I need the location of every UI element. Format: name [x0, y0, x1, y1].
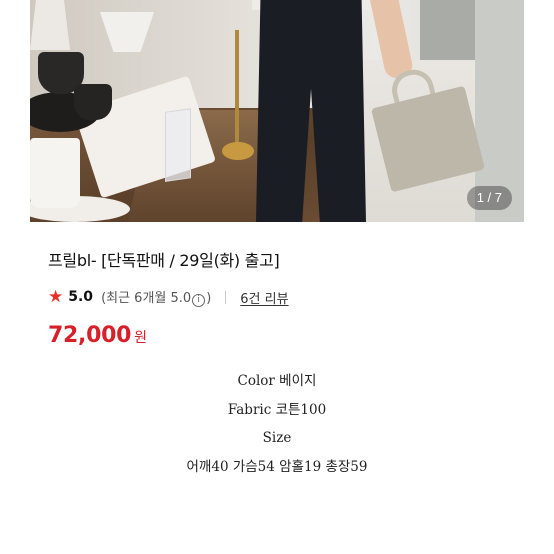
rating-row: ★ 5.0 (최근 6개월 5.0 i) 6건 리뷰 [48, 286, 289, 308]
rating-score: 5.0 [68, 289, 94, 305]
product-description: Color 베이지 Fabric 코튼100 Size 어깨40 가슴54 암홀… [0, 370, 554, 484]
description-size-heading: Size [262, 430, 292, 446]
photo-candlestick-base [222, 142, 254, 160]
product-image-carousel[interactable]: 1 / 7 [30, 0, 524, 222]
info-icon[interactable]: i [192, 294, 206, 307]
photo-acrylic-stand [165, 108, 191, 182]
price-row: 72,000 원 [48, 323, 147, 348]
recent-rating-prefix: (최근 6개월 5.0 [101, 291, 192, 306]
recent-rating-text: (최근 6개월 5.0 i) [101, 287, 211, 307]
rating-divider [225, 290, 227, 304]
photo-black-bowl [74, 84, 112, 120]
photo-brass-candlestick [235, 30, 239, 148]
description-measurements: 어깨40 가슴54 암홀19 총장59 [186, 458, 368, 475]
product-price: 72,000 [48, 323, 132, 348]
price-currency: 원 [134, 330, 147, 346]
product-title: 프릴bl- [단독판매 / 29일(화) 출고] [48, 251, 280, 270]
description-color: Color 베이지 [237, 373, 317, 389]
star-icon: ★ [48, 286, 64, 307]
recent-rating-suffix: ) [206, 291, 212, 306]
image-counter-badge: 1 / 7 [466, 186, 512, 210]
photo-white-mug [30, 138, 80, 208]
photo-dripper [30, 0, 70, 50]
reviews-link[interactable]: 6건 리뷰 [240, 288, 288, 307]
description-fabric: Fabric 코튼100 [227, 401, 327, 418]
